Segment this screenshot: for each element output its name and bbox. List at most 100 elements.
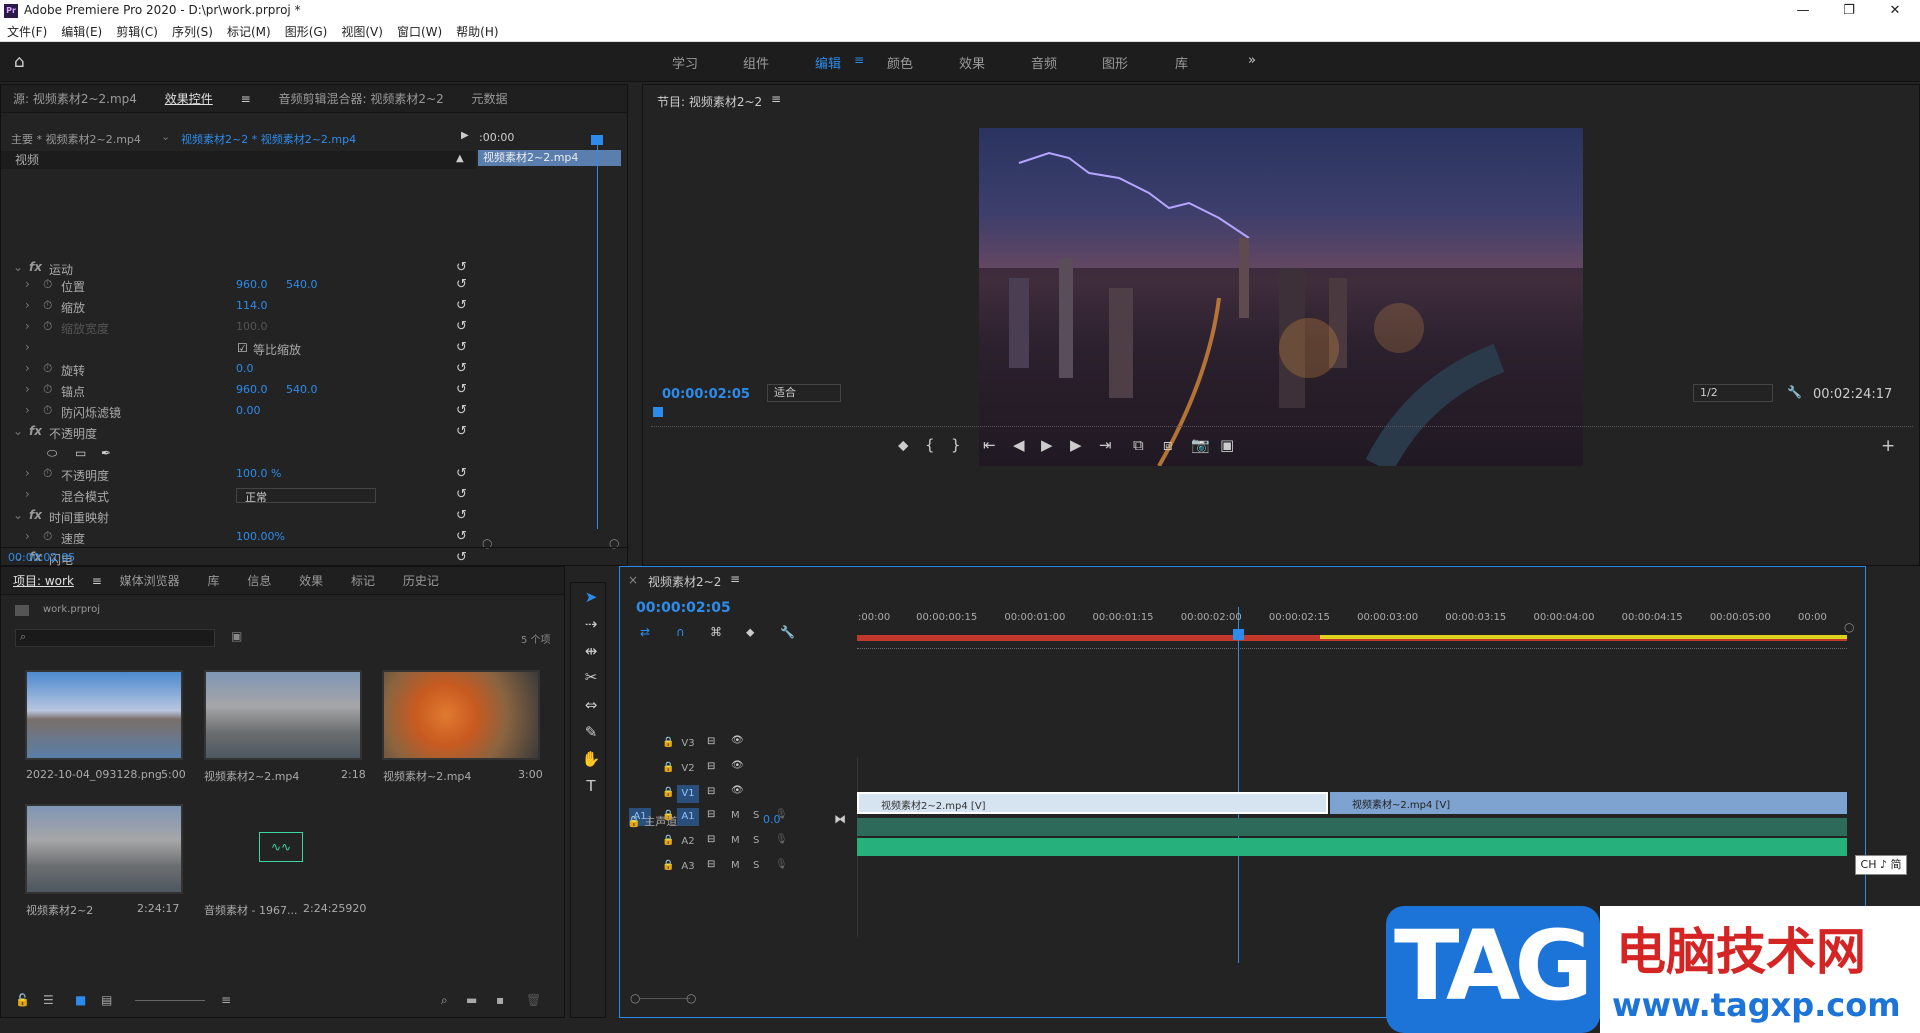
effect-row[interactable]: › ⏱ 缩放宽度 100.0 ↺: [1, 317, 476, 338]
menu-help[interactable]: 帮助(H): [449, 22, 505, 42]
track-target[interactable]: V2: [677, 760, 699, 778]
project-menu-icon[interactable]: ≡: [90, 567, 104, 595]
compare-view-icon[interactable]: ▣: [1220, 436, 1234, 454]
tab-effects[interactable]: 效果: [959, 53, 985, 72]
pen-mask-icon[interactable]: ✒: [101, 446, 111, 460]
solo-button[interactable]: S: [753, 810, 759, 821]
tab-editing[interactable]: 编辑: [815, 53, 841, 72]
expand-chevron-icon[interactable]: ›: [25, 529, 30, 543]
program-playhead[interactable]: [653, 407, 663, 417]
sync-lock-icon[interactable]: ⊟: [707, 834, 715, 845]
menu-edit[interactable]: 编辑(E): [54, 22, 109, 42]
timeline-playhead[interactable]: [1238, 607, 1239, 963]
minimize-button[interactable]: —: [1780, 0, 1826, 22]
reset-icon[interactable]: ↺: [456, 319, 467, 334]
thumb-mountain[interactable]: [25, 670, 183, 760]
track-target[interactable]: A1: [677, 808, 699, 826]
expand-chevron-icon[interactable]: ⌄: [13, 508, 23, 522]
reset-icon[interactable]: ↺: [456, 298, 467, 313]
track-lock-icon[interactable]: 🔒: [662, 835, 674, 846]
pen-tool-icon[interactable]: ✎: [580, 723, 602, 741]
expand-chevron-icon[interactable]: ›: [25, 487, 30, 501]
tab-editing-menu-icon[interactable]: ≡: [854, 53, 864, 67]
param-value-1[interactable]: 100.00%: [236, 530, 285, 543]
program-menu-icon[interactable]: ≡: [771, 92, 781, 106]
effect-row[interactable]: › ⏱ 缩放 114.0 ↺: [1, 296, 476, 317]
type-tool-icon[interactable]: T: [580, 777, 602, 795]
mute-button[interactable]: M: [731, 810, 740, 821]
tab-markers[interactable]: 标记: [339, 567, 387, 595]
param-value-1[interactable]: 0.00: [236, 404, 261, 417]
effect-row[interactable]: › ⏱ 位置 960.0 540.0 ↺: [1, 275, 476, 296]
list-view-icon[interactable]: ☰: [43, 993, 54, 1007]
timeline-settings-icon[interactable]: 🔧: [780, 625, 795, 639]
menu-marker[interactable]: 标记(M): [220, 22, 278, 42]
project-search-input[interactable]: ⌕: [15, 629, 215, 647]
fx-icon[interactable]: fx: [29, 260, 42, 274]
menu-file[interactable]: 文件(F): [0, 22, 54, 42]
expand-chevron-icon[interactable]: ›: [25, 403, 30, 417]
stopwatch-icon[interactable]: ⏱: [43, 361, 52, 376]
tab-media-browser[interactable]: 媒体浏览器: [108, 567, 192, 595]
sync-lock-icon[interactable]: ⊟: [707, 761, 715, 772]
expand-chevron-icon[interactable]: ›: [25, 298, 30, 312]
find-icon[interactable]: ⌕: [441, 993, 448, 1008]
mute-button[interactable]: M: [731, 860, 740, 871]
tab-source[interactable]: 源: 视频素材2~2.mp4: [1, 85, 149, 113]
selection-tool-icon[interactable]: ➤: [580, 588, 602, 606]
master-clip-label[interactable]: 主要 * 视频素材2~2.mp4: [11, 131, 141, 147]
param-value-1[interactable]: 0.0: [236, 362, 254, 375]
expand-chevron-icon[interactable]: ›: [25, 277, 30, 291]
effect-row[interactable]: › ⏱ 不透明度 100.0 % ↺: [1, 464, 476, 485]
eye-icon[interactable]: 👁: [731, 735, 744, 746]
tab-graphics[interactable]: 图形: [1102, 53, 1128, 72]
freeform-view-icon[interactable]: ▤: [101, 993, 112, 1007]
add-marker-timeline-icon[interactable]: ⬥: [746, 625, 754, 640]
tab-project[interactable]: 项目: work: [1, 567, 86, 595]
master-lock-icon[interactable]: 🔒: [627, 815, 644, 828]
reset-icon[interactable]: ↺: [456, 466, 467, 481]
zoom-end-handle[interactable]: ○: [1844, 620, 1854, 634]
mark-in-icon[interactable]: {: [925, 436, 935, 454]
export-frame-icon[interactable]: 📷: [1191, 436, 1210, 454]
stopwatch-icon[interactable]: ⏱: [43, 529, 52, 544]
mic-icon[interactable]: 🎙: [775, 859, 788, 870]
audio-clip-a2[interactable]: [857, 838, 1847, 856]
ripple-edit-tool-icon[interactable]: ⇹: [580, 642, 602, 660]
thumb-autumn-leaves[interactable]: [382, 670, 540, 760]
trash-icon[interactable]: 🗑: [526, 993, 541, 1007]
timeline-timecode[interactable]: 00:00:02:05: [636, 600, 731, 616]
track-select-tool-icon[interactable]: ⇢: [580, 615, 602, 633]
track-target[interactable]: V3: [677, 735, 699, 753]
fx-icon[interactable]: fx: [29, 508, 42, 522]
scroll-up-icon[interactable]: ▲: [456, 153, 464, 164]
clip-label[interactable]: 视频素材2~2 * 视频素材2~2.mp4: [181, 131, 356, 147]
clip-2-video[interactable]: 视频素材~2.mp4 [V]: [1330, 792, 1847, 814]
tab-libraries[interactable]: 库: [1175, 53, 1188, 72]
reset-icon[interactable]: ↺: [456, 260, 467, 275]
effect-row[interactable]: › ⏱ 锚点 960.0 540.0 ↺: [1, 380, 476, 401]
solo-button[interactable]: S: [753, 860, 759, 871]
icon-view-icon[interactable]: ■: [75, 993, 86, 1007]
play-icon[interactable]: ▶: [1041, 436, 1053, 454]
time-ruler[interactable]: [857, 641, 1847, 649]
linked-selection-icon[interactable]: ⌘: [710, 625, 722, 639]
param-value-1[interactable]: 114.0: [236, 299, 268, 312]
more-workspaces-icon[interactable]: »: [1248, 53, 1256, 68]
panel-menu-icon[interactable]: ≡: [229, 85, 263, 113]
step-forward-icon[interactable]: ▶: [1070, 436, 1082, 454]
tab-color[interactable]: 颜色: [887, 53, 913, 72]
tab-libraries-panel[interactable]: 库: [195, 567, 231, 595]
video-frame[interactable]: [979, 128, 1583, 466]
track-header[interactable]: 🔒 V2 ⊟ 👁: [619, 757, 854, 782]
menu-window[interactable]: 窗口(W): [390, 22, 449, 42]
stopwatch-icon[interactable]: ⏱: [43, 298, 52, 313]
master-go-to-icon[interactable]: ⧓: [834, 812, 846, 826]
expand-chevron-icon[interactable]: ›: [25, 466, 30, 480]
stopwatch-icon[interactable]: ⏱: [43, 403, 52, 418]
go-to-in-icon[interactable]: ⇤: [983, 436, 996, 454]
track-header[interactable]: 🔒 V1 ⊟ 👁: [619, 782, 854, 807]
zoom-slider[interactable]: [135, 1000, 205, 1001]
reset-icon[interactable]: ↺: [456, 340, 467, 355]
track-target[interactable]: A3: [677, 858, 699, 876]
